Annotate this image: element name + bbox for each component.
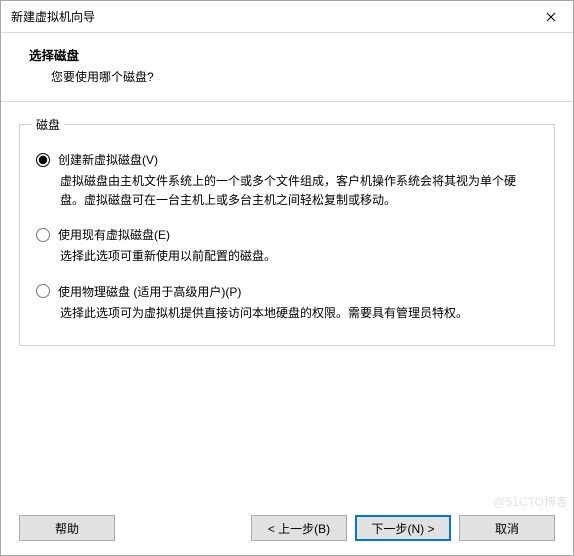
group-legend: 磁盘	[32, 116, 64, 133]
option-description: 选择此选项可为虚拟机提供直接访问本地硬盘的权限。需要具有管理员特权。	[36, 304, 538, 323]
radio-use-existing-disk[interactable]	[36, 228, 50, 242]
option-description: 虚拟磁盘由主机文件系统上的一个或多个文件组成，客户机操作系统会将其视为单个硬盘。…	[36, 172, 538, 210]
wizard-header: 选择磁盘 您要使用哪个磁盘?	[1, 33, 573, 102]
option-use-existing-disk: 使用现有虚拟磁盘(E) 选择此选项可重新使用以前配置的磁盘。	[36, 226, 538, 266]
close-icon	[546, 12, 556, 22]
window-title: 新建虚拟机向导	[11, 8, 95, 25]
disk-group: 磁盘 创建新虚拟磁盘(V) 虚拟磁盘由主机文件系统上的一个或多个文件组成，客户机…	[19, 116, 555, 346]
page-subtitle: 您要使用哪个磁盘?	[29, 68, 553, 85]
cancel-button[interactable]: 取消	[459, 515, 555, 541]
next-button[interactable]: 下一步(N) >	[355, 515, 451, 541]
footer: 帮助 < 上一步(B) 下一步(N) > 取消	[1, 505, 573, 555]
option-label: 使用物理磁盘 (适用于高级用户)(P)	[58, 283, 241, 300]
option-row[interactable]: 创建新虚拟磁盘(V)	[36, 151, 538, 168]
option-create-new-disk: 创建新虚拟磁盘(V) 虚拟磁盘由主机文件系统上的一个或多个文件组成，客户机操作系…	[36, 151, 538, 210]
help-button[interactable]: 帮助	[19, 515, 115, 541]
radio-create-new-disk[interactable]	[36, 153, 50, 167]
radio-use-physical-disk[interactable]	[36, 284, 50, 298]
option-label: 使用现有虚拟磁盘(E)	[58, 226, 170, 243]
back-button[interactable]: < 上一步(B)	[251, 515, 347, 541]
close-button[interactable]	[528, 1, 573, 32]
page-title: 选择磁盘	[29, 45, 553, 64]
option-row[interactable]: 使用物理磁盘 (适用于高级用户)(P)	[36, 283, 538, 300]
option-use-physical-disk: 使用物理磁盘 (适用于高级用户)(P) 选择此选项可为虚拟机提供直接访问本地硬盘…	[36, 283, 538, 323]
option-row[interactable]: 使用现有虚拟磁盘(E)	[36, 226, 538, 243]
content-area: 磁盘 创建新虚拟磁盘(V) 虚拟磁盘由主机文件系统上的一个或多个文件组成，客户机…	[1, 102, 573, 505]
titlebar: 新建虚拟机向导	[1, 1, 573, 33]
option-description: 选择此选项可重新使用以前配置的磁盘。	[36, 247, 538, 266]
option-label: 创建新虚拟磁盘(V)	[58, 151, 158, 168]
